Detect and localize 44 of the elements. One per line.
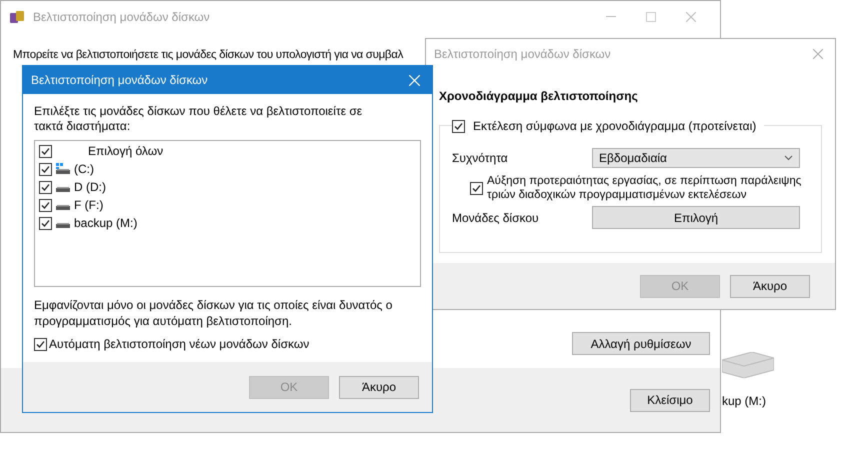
chevron-down-icon: [784, 155, 793, 161]
window-title: Βελτιστοποίηση μονάδων δίσκων: [33, 8, 210, 26]
checkbox[interactable]: [39, 198, 52, 212]
drives-label: Μονάδες δίσκου: [452, 210, 540, 226]
checkbox[interactable]: [39, 180, 52, 194]
dialog-title: Βελτιστοποίηση μονάδων δίσκων: [434, 46, 611, 63]
cancel-button[interactable]: Άκυρο: [339, 376, 419, 398]
checkbox[interactable]: [39, 144, 52, 158]
checkmark-icon: [40, 146, 51, 156]
prompt-text: Επιλέξτε τις μονάδες δίσκων που θέλετε να βελτιστοποιείτε σε τακτά διαστήματα:: [34, 104, 364, 134]
checkbox[interactable]: [39, 216, 52, 230]
drive-item-label[interactable]: D (D:): [74, 178, 106, 196]
checkmark-icon: [40, 200, 51, 210]
drive-item-label[interactable]: Επιλογή όλων: [88, 142, 164, 160]
dialog-title: Βελτιστοποίηση μονάδων δίσκων: [31, 72, 208, 89]
checkmark-icon: [40, 218, 51, 228]
checkbox-label: Εκτέλεση σύμφωνα με χρονοδιάγραμμα (προτείνεται): [473, 118, 756, 135]
note-text: Εμφανίζονται μόνο οι μονάδες δίσκων για τις οποίες είναι δυνατός ο προγραμματισμός για αυτόματη βελτιστοποίηση.: [34, 297, 394, 329]
change-settings-button[interactable]: Αλλαγή ρυθμίσεων: [572, 332, 710, 355]
cancel-button[interactable]: Άκυρο: [730, 274, 810, 298]
app-icon: [9, 8, 25, 24]
drive-item-label[interactable]: F (F:): [74, 196, 104, 214]
checkbox-label: Αύξηση προτεραιότητας εργασίας, σε περίπτωση παράλειψης τριών διαδοχικών προγραμματισμένων εκτελέσεων: [487, 174, 802, 202]
checkbox[interactable]: [470, 182, 483, 195]
drive-item-label[interactable]: (C:): [74, 160, 94, 178]
checkmark-icon: [40, 164, 51, 174]
checkbox-label: Αυτόματη βελτιστοποίηση νέων μονάδων δίσκων: [49, 336, 310, 353]
close-button[interactable]: Κλείσιμο: [630, 388, 710, 412]
checkbox[interactable]: [34, 338, 47, 350]
drive-label: kup (M:): [722, 393, 766, 410]
drive-item-label[interactable]: backup (M:): [74, 214, 138, 232]
checkmark-icon: [471, 183, 482, 194]
checkmark-icon: [35, 338, 46, 350]
intro-text: Μπορείτε να βελτιστοποιήσετε τις μονάδες δίσκων του υπολογιστή για να συμβαλ: [13, 49, 404, 61]
checkbox[interactable]: [39, 162, 52, 176]
drive-icon: [722, 352, 774, 378]
checkmark-icon: [453, 120, 464, 132]
system-drive-icon: [55, 163, 71, 175]
checkmark-icon: [40, 182, 51, 192]
frequency-dropdown[interactable]: Εβδομαδιαία: [592, 148, 800, 168]
frequency-label: Συχνότητα: [452, 150, 509, 167]
section-heading: Χρονοδιάγραμμα βελτιστοποίησης: [439, 88, 639, 105]
choose-button[interactable]: Επιλογή: [592, 206, 800, 229]
checkbox[interactable]: [452, 120, 465, 132]
